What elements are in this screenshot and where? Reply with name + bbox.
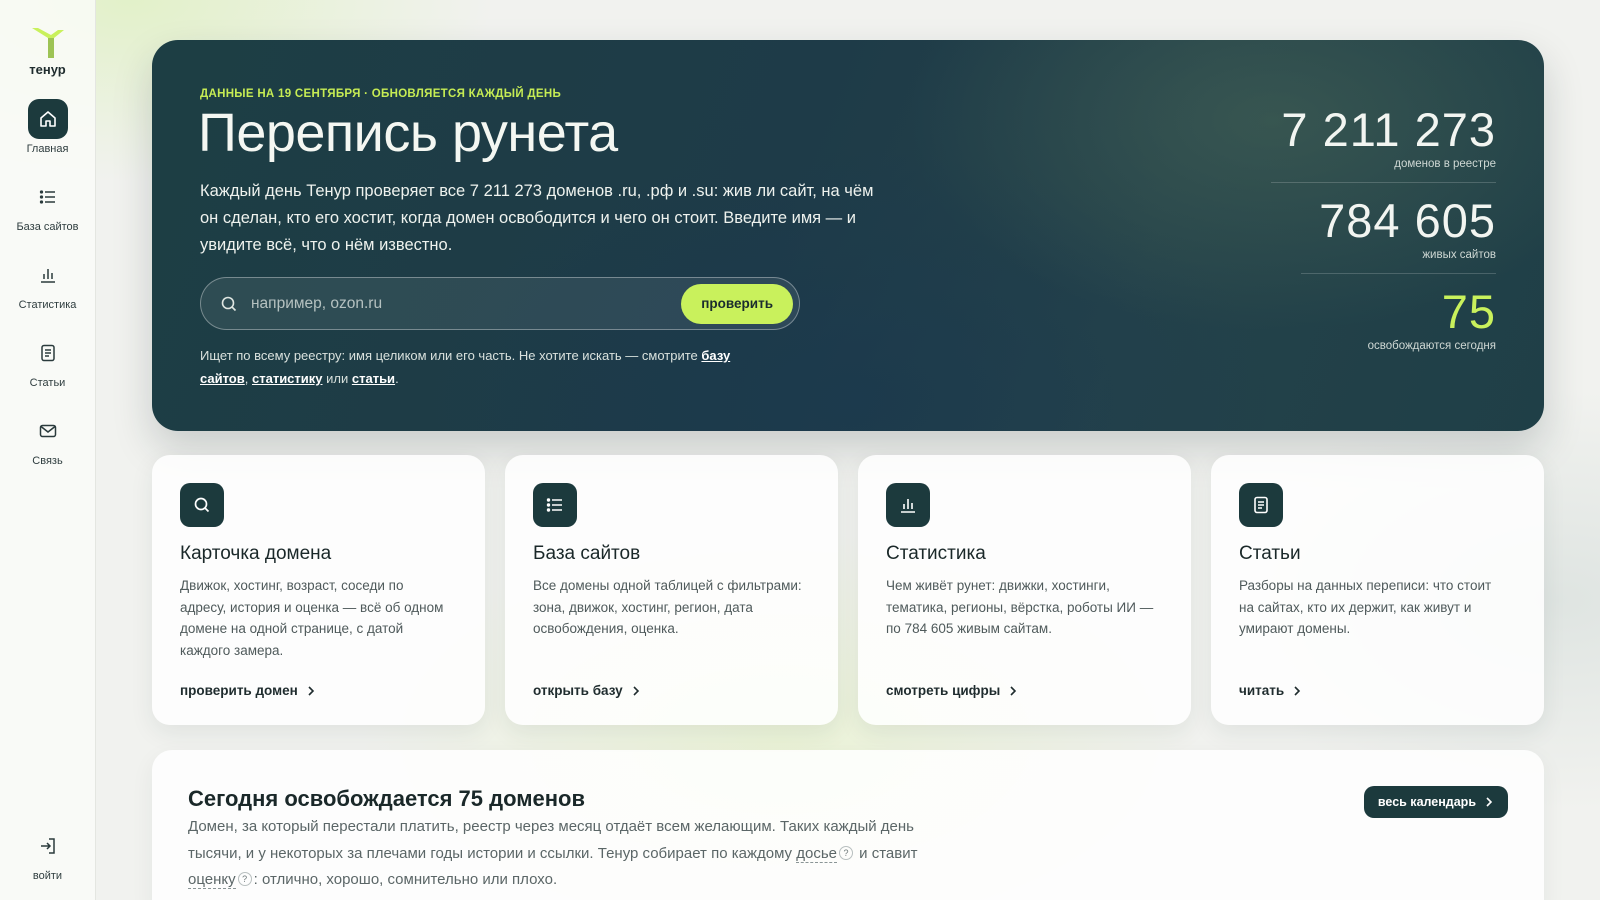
sidebar-item-label: Главная [26,143,69,155]
release-text: : отлично, хорошо, сомнительно или плохо… [253,871,558,888]
search-bar: проверить [200,277,800,330]
release-description: Домен, за который перестали платить, рее… [188,814,928,894]
card-title: Статьи [1239,543,1301,564]
card-description: Все домены одной таблицей с фильтрами: з… [533,578,802,636]
sidebar-item-sites[interactable]: База сайтов [3,177,93,233]
release-panel: Сегодня освобождается 75 доменов Домен, … [152,750,1544,900]
help-icon[interactable]: ? [839,845,853,860]
card-statistics[interactable]: Статистика Чем живёт рунет: движки, хост… [858,455,1191,725]
chevron-right-icon [633,685,639,696]
hero-note: Ищет по всему реестру: имя целиком или е… [200,344,760,390]
term-dossier[interactable]: досье [796,844,837,863]
search-input[interactable] [251,283,682,324]
divider [1271,182,1496,183]
stat-label: освобождаются сегодня [1367,340,1496,352]
card-description: Чем живёт рунет: движки, хостинги, темат… [886,578,1154,636]
home-icon [27,99,68,139]
sidebar-item-articles[interactable]: Статьи [3,333,93,389]
logo-icon [31,28,64,58]
page-title: Перепись рунета [198,103,618,163]
card-link-label: открыть базу [533,683,623,698]
list-icon [28,177,68,217]
card-title: Статистика [886,543,986,564]
stats-panel: 7 211 273 доменов в реестре 784 605 живы… [1271,104,1496,364]
card-sites-base[interactable]: База сайтов Все домены одной таблицей с … [505,455,838,725]
list-icon [533,483,577,527]
mail-icon [28,411,68,451]
card-link-label: читать [1239,683,1285,698]
button-label: весь календарь [1377,795,1476,809]
stat-value: 75 [1441,285,1496,338]
hero-kicker: ДАННЫЕ НА 19 СЕНТЯБРЯ · ОБНОВЛЯЕТСЯ КАЖД… [200,88,562,100]
bar-chart-icon [28,255,68,295]
hero-panel: ДАННЫЕ НА 19 СЕНТЯБРЯ · ОБНОВЛЯЕТСЯ КАЖД… [152,40,1544,431]
link-articles[interactable]: статьи [352,371,395,386]
document-icon [1239,483,1283,527]
stat-live-sites: 784 605 живых сайтов [1271,195,1496,273]
card-title: Карточка домена [180,543,332,564]
read-link[interactable]: читать [1239,683,1302,698]
logo[interactable]: тенур [28,24,68,77]
document-icon [28,333,68,373]
stat-label: живых сайтов [1422,249,1496,261]
chevron-right-icon [1010,685,1017,696]
release-text: и ставит [859,844,918,862]
sidebar-item-label: База сайтов [16,221,79,233]
sidebar-item-contact[interactable]: Связь [3,411,93,467]
chevron-right-icon [1486,797,1493,807]
chevron-right-icon [1294,685,1301,696]
full-calendar-button[interactable]: весь календарь [1363,786,1508,818]
term-rating[interactable]: оценку [188,871,236,889]
stat-label: доменов в реестре [1394,158,1496,170]
release-title: Сегодня освобождается 75 доменов [188,786,586,811]
card-description: Движок, хостинг, возраст, соседи по адре… [180,578,444,658]
card-description: Разборы на данных переписи: что стоит на… [1239,578,1492,636]
card-link-label: смотреть цифры [886,683,1001,698]
hero-description: Каждый день Тенур проверяет все 7 211 27… [200,182,874,254]
bar-chart-icon [886,483,930,527]
note-end: . [395,371,399,386]
hero-note-text: Ищет по всему реестру: имя целиком или е… [200,348,698,363]
sidebar-item-label: Статьи [29,377,66,389]
card-articles[interactable]: Статьи Разборы на данных переписи: что с… [1211,455,1544,725]
stat-released-today: 75 освобождаются сегодня [1271,286,1496,364]
search-icon [221,296,237,311]
note-separator: , [244,371,249,386]
check-domain-link[interactable]: проверить домен [180,683,316,698]
login-label: войти [32,870,63,882]
check-button[interactable]: проверить [681,283,793,324]
feature-cards: Карточка домена Движок, хостинг, возраст… [152,455,1544,725]
sidebar-item-label: Статистика [18,299,77,311]
divider [1301,273,1496,274]
view-numbers-link[interactable]: смотреть цифры [886,683,1018,698]
logo-text: тенур [29,62,66,77]
stat-domains: 7 211 273 доменов в реестре [1271,104,1496,182]
login-button[interactable]: войти [3,826,93,882]
stat-value: 784 605 [1319,194,1496,247]
search-icon [180,483,224,527]
open-base-link[interactable]: открыть базу [533,683,641,698]
note-separator: или [326,371,349,386]
login-icon [28,826,68,866]
sidebar: тенур Главная База сайтов Статистика Ста… [0,0,96,900]
link-statistics[interactable]: статистику [252,371,323,386]
sidebar-item-home[interactable]: Главная [3,99,93,155]
card-title: База сайтов [533,543,641,564]
card-link-label: проверить домен [180,683,298,698]
sidebar-item-stats[interactable]: Статистика [3,255,93,311]
chevron-right-icon [308,685,314,696]
card-domain[interactable]: Карточка домена Движок, хостинг, возраст… [152,455,485,725]
stat-value: 7 211 273 [1281,103,1496,156]
sidebar-item-label: Связь [32,455,63,467]
help-icon[interactable]: ? [237,872,252,887]
